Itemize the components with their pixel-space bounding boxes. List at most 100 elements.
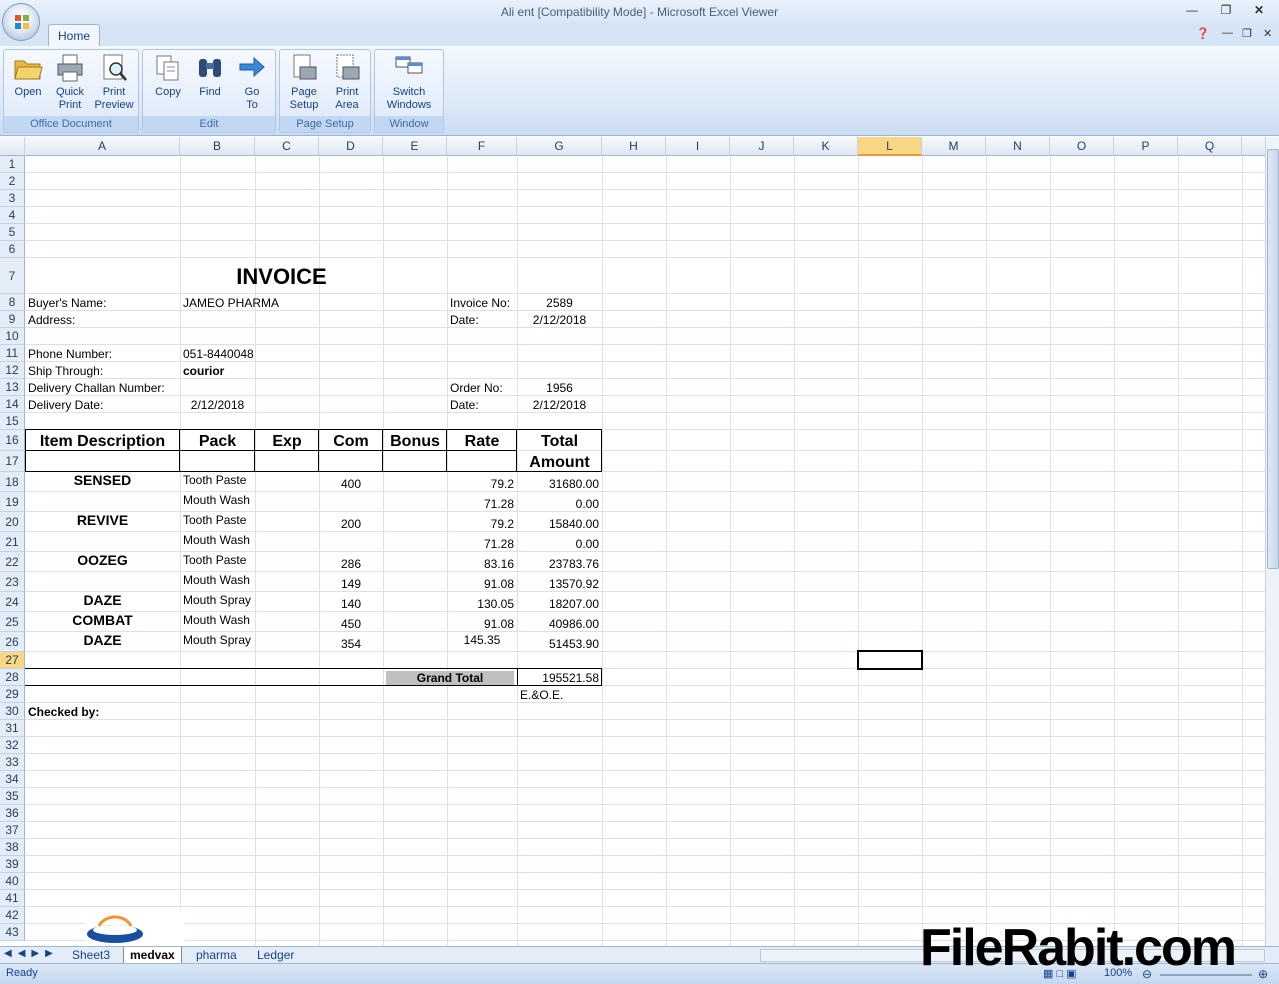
item-description[interactable]: REVIVE — [28, 512, 177, 528]
row-header-35[interactable]: 35 — [0, 788, 25, 805]
row-header-15[interactable]: 15 — [0, 413, 25, 430]
tab-home[interactable]: Home — [48, 24, 100, 46]
row-header-39[interactable]: 39 — [0, 856, 25, 873]
doc-restore-icon[interactable]: ❐ — [1242, 27, 1252, 40]
ship-value[interactable]: courior — [183, 364, 252, 378]
zoom-in-icon[interactable]: ⊕ — [1258, 967, 1268, 981]
phone-value[interactable]: 051-8440048 — [183, 347, 254, 361]
row-header-24[interactable]: 24 — [0, 592, 25, 612]
date-value[interactable]: 2/12/2018 — [520, 313, 599, 327]
item-rate[interactable]: 83.16 — [450, 557, 514, 571]
row-header-41[interactable]: 41 — [0, 890, 25, 907]
copy-button[interactable]: Copy — [148, 53, 188, 99]
item-total[interactable]: 13570.92 — [520, 577, 599, 591]
item-rate[interactable]: 71.28 — [450, 497, 514, 511]
item-pack[interactable]: Mouth Wash — [183, 493, 252, 507]
date2-value[interactable]: 2/12/2018 — [520, 398, 599, 412]
row-header-6[interactable]: 6 — [0, 241, 25, 258]
table-header[interactable]: Item Description — [28, 433, 177, 451]
item-pack[interactable]: Mouth Spray — [183, 593, 252, 607]
go-to-button[interactable]: Go To — [232, 53, 272, 112]
sheet-tab-pharma[interactable]: pharma — [190, 947, 243, 963]
address-label[interactable]: Address: — [28, 313, 177, 327]
column-header-m[interactable]: M — [922, 137, 986, 156]
table-header-amount[interactable]: Amount — [520, 454, 599, 472]
column-header-j[interactable]: J — [730, 137, 794, 156]
row-header-22[interactable]: 22 — [0, 552, 25, 572]
row-header-7[interactable]: 7 — [0, 258, 25, 294]
vertical-scroll-thumb[interactable] — [1267, 149, 1279, 569]
date-label[interactable]: Date: — [450, 313, 514, 327]
item-total[interactable]: 23783.76 — [520, 557, 599, 571]
row-header-31[interactable]: 31 — [0, 720, 25, 737]
sheet-tab-sheet3[interactable]: Sheet3 — [66, 947, 116, 963]
vertical-scrollbar[interactable] — [1265, 137, 1279, 946]
column-header-i[interactable]: I — [666, 137, 730, 156]
sheet-tab-medvax[interactable]: medvax — [123, 947, 182, 963]
row-header-18[interactable]: 18 — [0, 472, 25, 492]
item-com[interactable]: 400 — [322, 477, 380, 491]
item-description[interactable]: SENSED — [28, 472, 177, 488]
item-rate[interactable]: 145.35 — [450, 633, 514, 647]
sheet-tab-ledger[interactable]: Ledger — [251, 947, 300, 963]
item-pack[interactable]: Tooth Paste — [183, 553, 252, 567]
find-button[interactable]: Find — [190, 53, 230, 99]
worksheet-grid[interactable]: ABCDEFGHIJKLMNOPQ 1 2 3 4 5 6 7 8 9 10 11 12 13 14 15 1… — [0, 137, 1265, 946]
row-header-29[interactable]: 29 — [0, 686, 25, 703]
row-header-43[interactable]: 43 — [0, 924, 25, 941]
item-pack[interactable]: Mouth Wash — [183, 533, 252, 547]
row-header-30[interactable]: 30 — [0, 703, 25, 720]
restore-icon[interactable]: ❐ — [1215, 3, 1237, 17]
checked-by-label[interactable]: Checked by: — [28, 705, 177, 719]
eoe-text[interactable]: E.&O.E. — [520, 688, 599, 702]
table-header[interactable]: Exp — [258, 433, 316, 451]
column-header-d[interactable]: D — [319, 137, 383, 156]
column-header-c[interactable]: C — [255, 137, 319, 156]
row-header-25[interactable]: 25 — [0, 612, 25, 632]
table-header[interactable]: Rate — [450, 433, 514, 451]
item-total[interactable]: 40986.00 — [520, 617, 599, 631]
item-pack[interactable]: Mouth Wash — [183, 613, 252, 627]
column-header-e[interactable]: E — [383, 137, 447, 156]
row-header-11[interactable]: 11 — [0, 345, 25, 362]
row-header-17[interactable]: 17 — [0, 451, 25, 472]
doc-minimize-icon[interactable]: — — [1222, 27, 1233, 39]
item-description[interactable]: DAZE — [28, 632, 177, 648]
item-rate[interactable]: 79.2 — [450, 477, 514, 491]
row-header-37[interactable]: 37 — [0, 822, 25, 839]
row-header-26[interactable]: 26 — [0, 632, 25, 652]
row-header-32[interactable]: 32 — [0, 737, 25, 754]
quick-print-button[interactable]: Quick Print — [50, 53, 90, 112]
row-header-14[interactable]: 14 — [0, 396, 25, 413]
challan-label[interactable]: Delivery Challan Number: — [28, 381, 252, 395]
switch-windows-button[interactable]: Switch Windows — [378, 53, 440, 112]
close-icon[interactable]: ✕ — [1248, 3, 1270, 17]
page-setup-button[interactable]: Page Setup — [283, 53, 325, 112]
doc-close-icon[interactable]: ✕ — [1263, 27, 1272, 40]
item-rate[interactable]: 130.05 — [450, 597, 514, 611]
item-com[interactable]: 354 — [322, 637, 380, 651]
item-description[interactable]: DAZE — [28, 592, 177, 608]
row-header-28[interactable]: 28 — [0, 669, 25, 686]
row-header-20[interactable]: 20 — [0, 512, 25, 532]
column-header-h[interactable]: H — [602, 137, 666, 156]
column-header-b[interactable]: B — [180, 137, 255, 156]
row-header-3[interactable]: 3 — [0, 190, 25, 207]
row-header-21[interactable]: 21 — [0, 532, 25, 552]
item-pack[interactable]: Tooth Paste — [183, 473, 252, 487]
grand-total-value[interactable]: 195521.58 — [520, 671, 599, 685]
delivery-label[interactable]: Delivery Date: — [28, 398, 177, 412]
column-header-o[interactable]: O — [1050, 137, 1114, 156]
item-pack[interactable]: Tooth Paste — [183, 513, 252, 527]
item-com[interactable]: 149 — [322, 577, 380, 591]
column-header-n[interactable]: N — [986, 137, 1050, 156]
item-pack[interactable]: Mouth Wash — [183, 573, 252, 587]
invoice-no-label[interactable]: Invoice No: — [450, 296, 514, 310]
office-button[interactable] — [2, 3, 40, 41]
item-total[interactable]: 51453.90 — [520, 637, 599, 651]
print-area-button[interactable]: Print Area — [326, 53, 368, 112]
order-no-value[interactable]: 1956 — [520, 381, 599, 395]
row-header-33[interactable]: 33 — [0, 754, 25, 771]
row-header-10[interactable]: 10 — [0, 328, 25, 345]
column-header-a[interactable]: A — [25, 137, 180, 156]
